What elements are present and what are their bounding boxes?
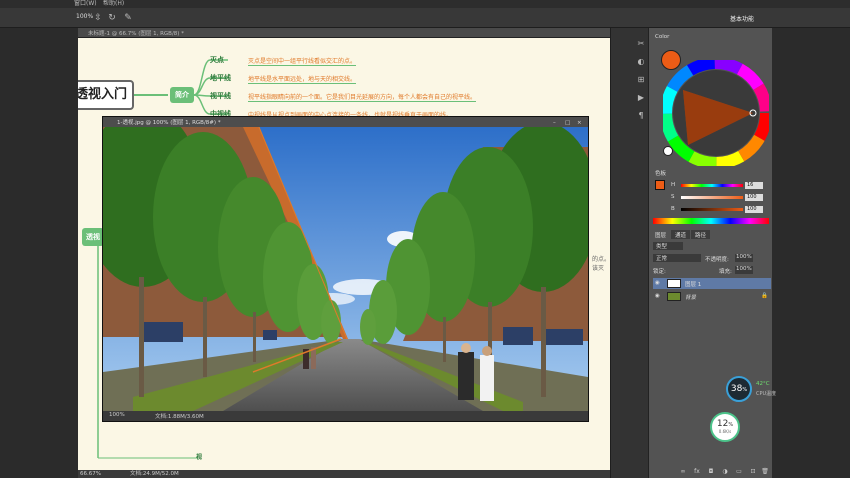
- opacity-label: 不透明度:: [705, 257, 729, 263]
- tab-swatches[interactable]: 色板: [651, 168, 671, 177]
- cpu-usage-gauge: 38%: [726, 376, 752, 402]
- scrubby-zoom-icon[interactable]: ⇳: [92, 12, 104, 24]
- document-tab[interactable]: 未标题-1 @ 66.7% (图层 1, RGB/8) *: [78, 28, 610, 38]
- lock-icon: 🔒: [761, 293, 768, 299]
- street-photo-graphic: [103, 127, 588, 411]
- menu-window[interactable]: 窗口(W): [74, 0, 97, 8]
- network-usage-gauge: 12% 0.6K/s: [710, 412, 740, 442]
- eye-icon[interactable]: ◉: [655, 293, 660, 299]
- status-bar: 66.67% 文档:24.9M/52.0M: [78, 470, 610, 478]
- delete-layer-icon[interactable]: 🗑: [761, 468, 769, 476]
- layer-row[interactable]: ◉ 图层 1: [653, 278, 771, 289]
- mindmap-desc-eye-level: 视平线指眼睛向前的一个面。它是我们目光延展的方向，每个人都会有自己的视平线。: [248, 94, 477, 102]
- tab-coolorus[interactable]: Color: [651, 33, 674, 42]
- cpu-temp: 42°C: [756, 381, 770, 387]
- history-icon[interactable]: ⊞: [635, 74, 647, 86]
- right-panels: Color 色板 H 16 S 100 B 100 图层 通道 路径 类型 正常…: [648, 28, 772, 478]
- mindmap-root[interactable]: 透视入门: [78, 80, 134, 110]
- layer-row[interactable]: ◉ 背景 🔒: [653, 291, 771, 302]
- brightness-slider[interactable]: B 100: [653, 206, 771, 214]
- network-speed: 0.6K/s: [718, 429, 732, 434]
- brush-presets-icon[interactable]: ◐: [635, 56, 647, 68]
- tool-presets-icon[interactable]: ✂: [635, 38, 647, 50]
- image-doc-size: 文档:1.88M/3.60M: [155, 414, 204, 420]
- workspace-switcher[interactable]: 基本功能: [730, 14, 754, 23]
- actions-icon[interactable]: ▶: [635, 92, 647, 104]
- mindmap-node-vanishing[interactable]: 灭点: [210, 55, 224, 65]
- mindmap-node-horizon[interactable]: 地平线: [210, 73, 231, 83]
- fill-input[interactable]: 100%: [735, 266, 753, 274]
- cpu-temp-label: CPU温度: [756, 391, 777, 397]
- blend-mode-select[interactable]: 正常: [653, 254, 701, 262]
- adjustment-layer-icon[interactable]: ◑: [721, 468, 729, 476]
- tab-layers[interactable]: 图层: [651, 230, 671, 239]
- image-window-titlebar[interactable]: 1-透视.jpg @ 100% (图层 1, RGB/8#) * – □ ×: [103, 117, 588, 127]
- left-tool-strip: [0, 28, 78, 478]
- hue-value[interactable]: 16: [745, 182, 763, 189]
- brush-icon[interactable]: ✎: [122, 12, 134, 24]
- street-perspective-photo: [103, 127, 588, 411]
- zoom-value[interactable]: 100%: [76, 13, 93, 20]
- status-doc-size: 文档:24.9M/52.0M: [130, 471, 179, 477]
- eye-icon[interactable]: ◉: [655, 280, 660, 286]
- image-window-status: 100% 文档:1.88M/3.60M: [103, 411, 588, 421]
- mindmap-branch-intro[interactable]: 简介: [170, 87, 194, 103]
- menu-bar: 窗口(W) 帮助(H): [0, 0, 850, 8]
- layer-thumbnail: [667, 292, 681, 301]
- background-color-swatch[interactable]: [663, 146, 673, 156]
- color-spectrum-bar[interactable]: [653, 218, 769, 224]
- mindmap-desc-vanishing: 灭点是空间中一组平行线看似交汇的点。: [248, 58, 357, 66]
- color-wheel[interactable]: [663, 60, 769, 166]
- layer-name[interactable]: 背景: [685, 293, 696, 301]
- saturation-slider[interactable]: S 100: [653, 194, 771, 202]
- mindmap-node-bottom[interactable]: 视: [196, 452, 202, 461]
- new-layer-icon[interactable]: ⊡: [749, 468, 757, 476]
- layer-thumbnail: [667, 279, 681, 288]
- panel-icon-column: ✂ ◐ ⊞ ▶ ¶: [610, 28, 648, 478]
- image-document-window[interactable]: 1-透视.jpg @ 100% (图层 1, RGB/8#) * – □ × 1…: [102, 116, 589, 422]
- rotate-view-icon[interactable]: ↻: [106, 12, 118, 24]
- mindmap-desc-horizon: 地平线是水平面远处，地与天的相交线。: [248, 76, 357, 84]
- foreground-color-swatch[interactable]: [661, 50, 681, 70]
- layer-name[interactable]: 图层 1: [685, 280, 701, 288]
- brightness-value[interactable]: 100: [745, 206, 763, 213]
- new-group-icon[interactable]: ▭: [735, 468, 743, 476]
- photoshop-window: 窗口(W) 帮助(H) 100% ⇳ ↻ ✎ 基本功能 未标题-1 @ 66.7…: [0, 0, 850, 478]
- mindmap-branch-perspective[interactable]: 透视: [82, 228, 104, 246]
- tab-paths[interactable]: 路径: [691, 230, 711, 239]
- link-layers-icon[interactable]: ∞: [679, 468, 687, 476]
- options-bar: 100% ⇳ ↻ ✎ 基本功能: [0, 8, 850, 28]
- document-tab-title: 未标题-1 @ 66.7% (图层 1, RGB/8) *: [88, 31, 184, 37]
- opacity-input[interactable]: 100%: [735, 254, 753, 262]
- saturation-value[interactable]: 100: [745, 194, 763, 201]
- add-mask-icon[interactable]: ◘: [707, 468, 715, 476]
- image-window-title: 1-透视.jpg @ 100% (图层 1, RGB/8#) *: [117, 120, 221, 126]
- fill-label: 填充:: [719, 269, 732, 275]
- layer-style-icon[interactable]: fx: [693, 468, 701, 476]
- tab-channels[interactable]: 通道: [671, 230, 691, 239]
- hue-slider[interactable]: H 16: [653, 182, 771, 190]
- lock-label: 锁定:: [653, 269, 666, 275]
- image-zoom[interactable]: 100%: [109, 412, 125, 418]
- mindmap-node-eye-level[interactable]: 视平线: [210, 91, 231, 101]
- status-zoom[interactable]: 66.67%: [80, 470, 101, 478]
- menu-help[interactable]: 帮助(H): [103, 0, 124, 8]
- layer-filter-kind[interactable]: 类型: [653, 242, 683, 250]
- paragraph-icon[interactable]: ¶: [635, 110, 647, 122]
- mindmap-partial-text: 的点。该灭: [592, 256, 610, 272]
